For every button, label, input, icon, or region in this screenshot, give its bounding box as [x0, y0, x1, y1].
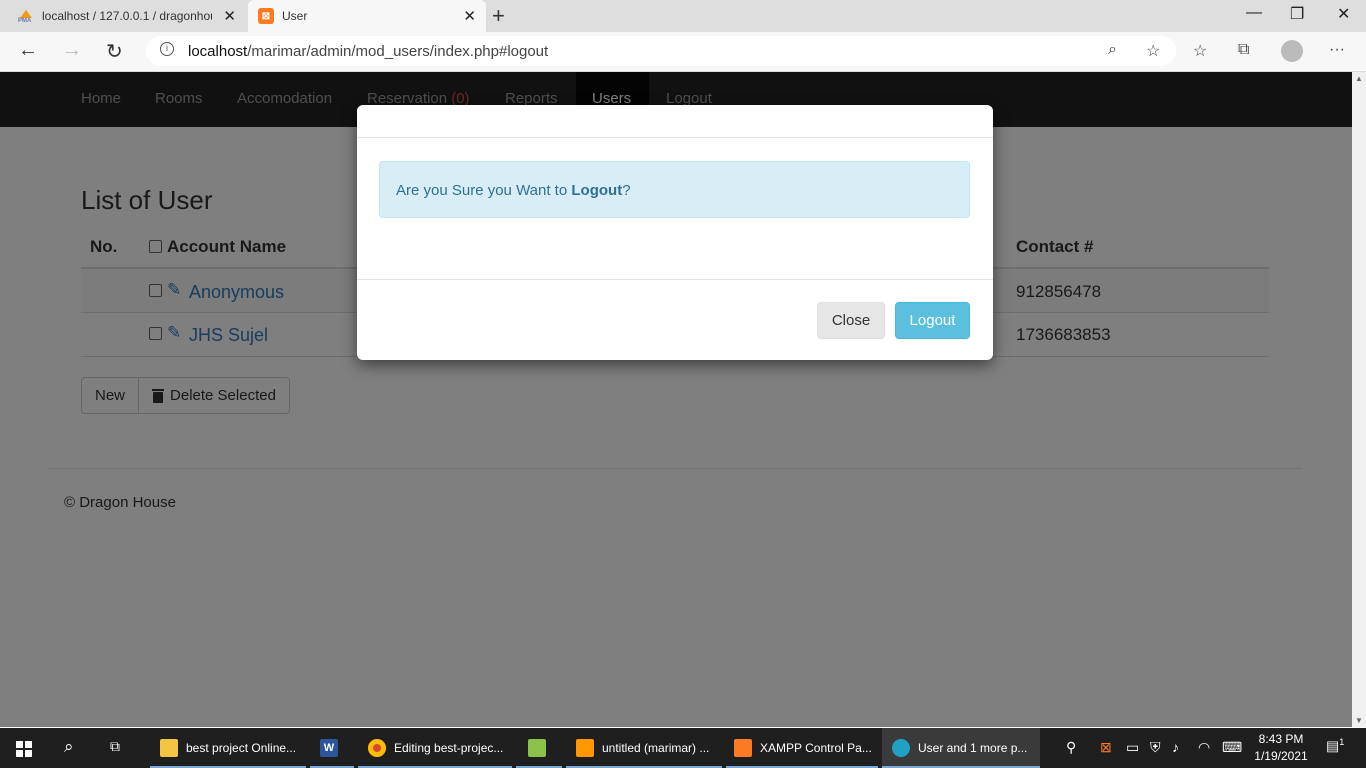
sublime-text-icon [576, 739, 594, 757]
taskbar-app-edge[interactable]: User and 1 more p... [882, 728, 1040, 768]
keyboard-icon[interactable]: ⌨ [1222, 739, 1242, 756]
message-text: Are you Sure you Want to [396, 182, 572, 199]
modal-header [357, 105, 993, 138]
profile-avatar[interactable] [1281, 40, 1303, 62]
taskbar-app-label: best project Online... [186, 741, 297, 755]
task-view-icon[interactable]: ⧉ [110, 738, 120, 755]
browser-toolbar: ← → ↻ i localhost/marimar/admin/mod_user… [0, 32, 1366, 72]
modal-footer: Close Logout [357, 279, 993, 360]
volume-icon[interactable]: ♪ [1172, 739, 1179, 755]
close-button[interactable]: Close [817, 302, 885, 339]
forward-icon[interactable]: → [62, 39, 82, 62]
taskbar-app-label: untitled (marimar) ... [602, 741, 710, 755]
address-bar[interactable]: i localhost/marimar/admin/mod_users/inde… [146, 36, 1176, 66]
clock-date: 1/19/2021 [1254, 749, 1308, 763]
security-shield-icon[interactable]: ⛨ [1150, 739, 1161, 756]
tab-title: User [282, 9, 308, 23]
chrome-icon [368, 739, 386, 757]
back-icon[interactable]: ← [18, 39, 38, 62]
logout-button[interactable]: Logout [895, 302, 970, 339]
taskbar-app-notepad[interactable] [516, 728, 562, 768]
taskbar-app-sublime[interactable]: untitled (marimar) ... [566, 728, 722, 768]
minimize-icon[interactable]: — [1246, 4, 1262, 22]
system-clock[interactable]: 8:43 PM 1/19/2021 [1252, 731, 1310, 765]
more-menu-icon[interactable]: ··· [1329, 41, 1345, 59]
zoom-icon[interactable]: ⌕ [1108, 41, 1117, 59]
word-icon: W [320, 739, 338, 757]
taskbar-app-label: User and 1 more p... [918, 741, 1028, 755]
refresh-icon[interactable]: ↻ [106, 39, 123, 64]
search-icon[interactable]: ⌕ [64, 737, 74, 757]
logout-confirm-modal: Are you Sure you Want to Logout? Close L… [357, 105, 993, 360]
xampp-icon [734, 739, 752, 757]
taskbar-app-file-explorer[interactable]: best project Online... [150, 728, 306, 768]
window-close-icon[interactable]: ✕ [1337, 4, 1350, 24]
taskbar-app-word[interactable]: W [310, 728, 354, 768]
favorites-icon[interactable]: ☆ [1193, 41, 1207, 61]
taskbar-app-chrome[interactable]: Editing best-projec... [358, 728, 512, 768]
page-scrollbar[interactable]: ▲ ▼ [1352, 72, 1366, 727]
notepad-icon [528, 739, 546, 757]
restore-icon[interactable]: ❐ [1290, 4, 1304, 24]
notification-count: 1 [1339, 737, 1345, 747]
people-icon[interactable]: ⚲ [1066, 739, 1076, 756]
clock-time: 8:43 PM [1258, 732, 1304, 746]
favorite-star-icon[interactable]: ☆ [1146, 41, 1160, 61]
tab-user[interactable]: ⊠ User ✕ [248, 0, 486, 32]
close-tab-icon[interactable]: ✕ [463, 7, 476, 25]
site-info-icon[interactable]: i [160, 42, 174, 56]
web-page: Home Rooms Accomodation Reservation (0) … [0, 72, 1366, 727]
edge-icon [892, 739, 910, 757]
taskbar-app-label: XAMPP Control Pa... [760, 741, 872, 755]
message-suffix: ? [622, 182, 631, 199]
notification-center-icon[interactable]: ▤1 [1326, 737, 1344, 755]
scroll-up-icon[interactable]: ▲ [1355, 74, 1363, 83]
wifi-icon[interactable]: ◠ [1198, 739, 1210, 756]
url-text: localhost/marimar/admin/mod_users/index.… [188, 43, 549, 60]
new-tab-icon[interactable]: + [492, 3, 505, 29]
logout-confirm-message: Are you Sure you Want to Logout? [379, 161, 970, 218]
folder-icon [160, 739, 178, 757]
tab-title: localhost / 127.0.0.1 / dragonhouse [42, 9, 212, 23]
collections-icon[interactable]: ⧉ [1238, 41, 1249, 59]
scroll-down-icon[interactable]: ▼ [1355, 716, 1363, 725]
xampp-tray-icon[interactable]: ⊠ [1100, 739, 1112, 756]
phpmyadmin-icon: PMA [18, 10, 34, 24]
browser-tab-bar: PMA localhost / 127.0.0.1 / dragonhouse … [0, 0, 1366, 32]
tab-phpmyadmin[interactable]: PMA localhost / 127.0.0.1 / dragonhouse … [0, 0, 246, 32]
message-bold-text: Logout [571, 182, 623, 199]
taskbar-app-label: Editing best-projec... [394, 741, 504, 755]
xampp-icon: ⊠ [258, 8, 274, 24]
taskbar-app-xampp[interactable]: XAMPP Control Pa... [726, 728, 878, 768]
battery-icon[interactable]: ▭ [1126, 739, 1139, 756]
windows-start-icon[interactable] [16, 741, 32, 757]
windows-taskbar: ⌕ ⧉ best project Online... W Editing bes… [0, 728, 1366, 768]
close-tab-icon[interactable]: ✕ [223, 7, 236, 25]
